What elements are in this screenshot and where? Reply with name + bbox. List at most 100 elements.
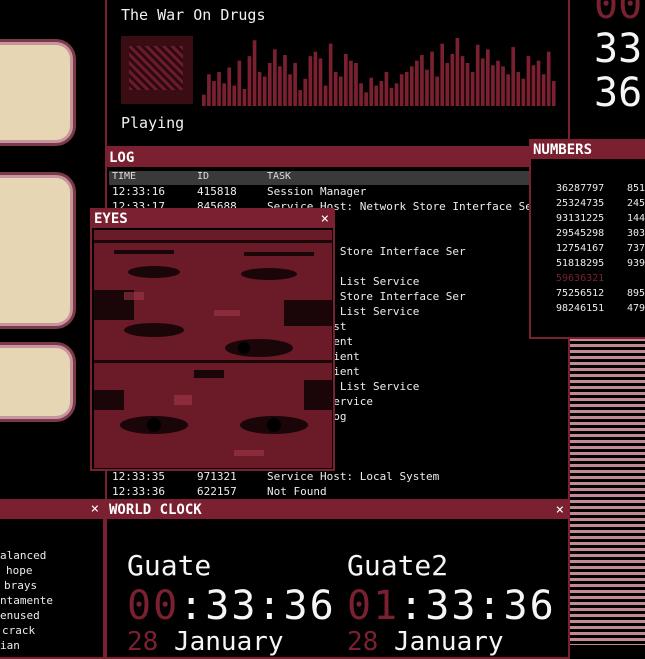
number-value: 851 <box>627 183 645 194</box>
visualizer-bar <box>389 87 394 106</box>
visualizer-bar <box>384 72 389 106</box>
clock-city-1: Guate <box>127 549 212 582</box>
visualizer-bar <box>293 62 297 106</box>
track-title: The War On Drugs <box>121 6 266 24</box>
visualizer-bar <box>455 38 460 106</box>
number-value: 245 <box>627 198 645 209</box>
log-task: Service Host: Local System <box>267 470 440 483</box>
visualizer-bar <box>480 58 485 106</box>
number-value: 25324735 <box>556 198 605 209</box>
visualizer-bar <box>511 47 516 106</box>
visualizer-bar <box>374 85 379 106</box>
visualizer-bar <box>445 62 450 106</box>
clock-city-2: Guate2 <box>347 549 449 582</box>
visualizer-bar <box>531 65 536 106</box>
number-value: 93131225 <box>556 213 605 224</box>
decorative-blob-bottom <box>0 348 70 416</box>
number-value: 12754167 <box>556 243 605 254</box>
visualizer-bar <box>333 72 338 106</box>
decorative-blob-top <box>0 45 70 140</box>
playback-status: Playing <box>121 114 185 132</box>
eyes-panel: EYES × <box>90 208 335 471</box>
visualizer-bar <box>440 43 445 106</box>
world-clock-close-button[interactable]: × <box>556 501 564 519</box>
visualizer-bar <box>232 85 237 106</box>
eyes-title: EYES <box>92 210 333 228</box>
visualizer-bar <box>516 72 521 106</box>
visualizer-bar <box>344 53 348 106</box>
big-clock-mid: 33 <box>594 26 643 72</box>
visualizer-bar <box>551 81 556 106</box>
number-value: 144 <box>627 213 645 224</box>
visualizer-bar <box>475 44 480 106</box>
eyes-glitch-art <box>94 230 332 468</box>
numbers-panel: NUMBERS 36287797 25324735 93131225 29545298… <box>529 139 645 339</box>
music-player-panel: The War On Drugs Playing <box>105 0 570 148</box>
clock-date-2: 28 January <box>347 627 504 657</box>
visualizer-bar <box>404 72 409 106</box>
left-list-item: ntamente <box>0 594 53 607</box>
album-art <box>121 36 193 104</box>
number-value: 303 <box>627 228 645 239</box>
left-list-item: ian <box>0 639 20 652</box>
visualizer-bar <box>267 62 272 106</box>
visualizer-bar <box>212 81 216 106</box>
visualizer-bar <box>546 51 551 106</box>
big-clock-top: 00 <box>594 0 643 28</box>
log-title: LOG <box>107 149 568 167</box>
visualizer-bar <box>536 60 541 106</box>
clock-time-2: 01:33:36 <box>347 583 556 629</box>
visualizer-bar <box>369 77 374 106</box>
visualizer-bar <box>262 76 267 106</box>
eyes-image <box>94 230 332 468</box>
visualizer-bar <box>465 62 470 106</box>
visualizer-bar <box>313 51 318 106</box>
log-id: 971321 <box>197 470 237 483</box>
visualizer-bar <box>252 40 257 106</box>
visualizer-bar <box>323 85 328 106</box>
visualizer-bar <box>399 74 404 106</box>
visualizer-bar <box>364 92 368 106</box>
visualizer-bar <box>541 74 546 106</box>
visualizer-bar <box>486 49 490 106</box>
log-task: Session Manager <box>267 185 367 198</box>
visualizer-bar <box>303 78 308 106</box>
log-header-row: TIME ID TASK <box>109 171 568 185</box>
visualizer-bar <box>222 83 226 106</box>
world-clock-panel: WORLD CLOCK × Guate 00:33:36 28 January … <box>105 499 570 659</box>
log-id: 415818 <box>197 185 237 198</box>
visualizer-bar <box>217 72 221 106</box>
visualizer-bar <box>242 89 247 106</box>
number-value: 895 <box>627 288 645 299</box>
visualizer-bar <box>318 58 323 106</box>
log-time: 12:33:36 <box>112 485 165 498</box>
left-list-item: alanced <box>0 549 47 562</box>
visualizer-bar <box>409 66 414 106</box>
visualizer-bar <box>328 43 333 106</box>
number-value: 51818295 <box>556 258 605 269</box>
left-list-item: enused <box>0 609 40 622</box>
left-list-item: brays <box>4 579 38 592</box>
decorative-blob-middle <box>0 178 70 323</box>
visualizer-bar <box>394 83 399 106</box>
visualizer-bar <box>207 74 211 106</box>
log-task: Not Found <box>267 485 327 498</box>
number-value: 29545298 <box>556 228 605 239</box>
visualizer-bar <box>501 66 505 106</box>
visualizer-bar <box>521 78 526 106</box>
visualizer-bar <box>354 62 358 106</box>
left-list-item: hope <box>6 564 33 577</box>
log-header-id: ID <box>197 171 210 182</box>
log-id: 622157 <box>197 485 237 498</box>
log-time: 12:33:35 <box>112 470 165 483</box>
visualizer-bar <box>288 74 292 106</box>
visualizer-bar <box>283 55 287 106</box>
clock-time-1: 00:33:36 <box>127 583 336 629</box>
visualizer-bar <box>247 56 252 106</box>
visualizer-bar <box>359 83 363 106</box>
left-list-close-button[interactable]: × <box>91 500 99 518</box>
visualizer-bar <box>379 81 384 106</box>
visualizer-bar <box>420 55 424 106</box>
visualizer-bar <box>237 60 242 106</box>
eyes-close-button[interactable]: × <box>321 210 329 228</box>
